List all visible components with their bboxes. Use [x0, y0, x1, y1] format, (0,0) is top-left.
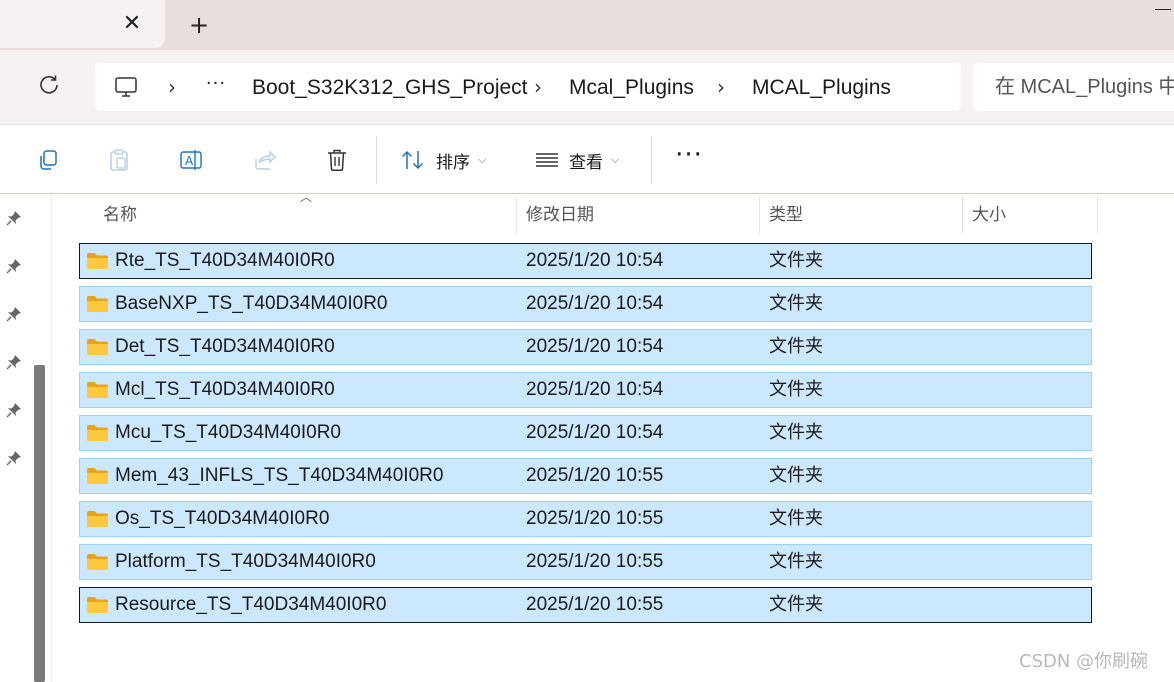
toolbar-divider: [651, 136, 652, 184]
sort-icon: [401, 150, 424, 170]
file-row[interactable]: Det_TS_T40D34M40I0R0 2025/1/20 10:54 文件夹: [79, 329, 1092, 365]
file-type: 文件夹: [769, 465, 823, 486]
chevron-down-icon: ⌵: [478, 153, 487, 166]
file-name: Os_TS_T40D34M40I0R0: [115, 508, 330, 529]
folder-icon: [86, 596, 109, 614]
file-name: Det_TS_T40D34M40I0R0: [115, 336, 335, 357]
folder-icon: [86, 553, 109, 571]
folder-icon: [86, 338, 109, 356]
file-type: 文件夹: [769, 551, 823, 572]
copy-icon[interactable]: [33, 146, 63, 174]
pin-icon[interactable]: [5, 401, 23, 419]
paste-icon[interactable]: [104, 146, 134, 174]
file-modified-date: 2025/1/20 10:55: [526, 594, 664, 615]
folder-icon: [86, 252, 109, 270]
title-bar: [0, 0, 1174, 50]
file-row[interactable]: Rte_TS_T40D34M40I0R0 2025/1/20 10:54 文件夹: [79, 243, 1092, 279]
chevron-down-icon: ⌵: [611, 153, 620, 166]
column-header-name[interactable]: 名称: [103, 201, 137, 229]
view-button[interactable]: 查看 ⌵: [535, 146, 619, 174]
pin-icon[interactable]: [5, 449, 23, 467]
file-row[interactable]: BaseNXP_TS_T40D34M40I0R0 2025/1/20 10:54 文…: [79, 286, 1092, 322]
file-row[interactable]: Mcu_TS_T40D34M40I0R0 2025/1/20 10:54 文件夹: [79, 415, 1092, 451]
folder-icon: [86, 424, 109, 442]
pin-icon[interactable]: [5, 257, 23, 275]
search-box[interactable]: [973, 63, 1174, 111]
view-icon: [536, 153, 558, 167]
column-divider[interactable]: [759, 196, 760, 234]
more-options-button[interactable]: ···: [672, 142, 706, 174]
file-modified-date: 2025/1/20 10:54: [526, 422, 664, 443]
svg-text:A: A: [185, 154, 194, 168]
column-divider[interactable]: [1097, 196, 1098, 234]
chevron-right-icon[interactable]: ›: [713, 76, 729, 98]
file-modified-date: 2025/1/20 10:54: [526, 250, 664, 271]
pin-icon[interactable]: [5, 209, 23, 227]
toolbar-divider: [376, 136, 377, 184]
share-icon[interactable]: [250, 146, 280, 174]
column-divider[interactable]: [516, 196, 517, 234]
this-pc-icon[interactable]: [114, 75, 138, 99]
column-header-modified[interactable]: 修改日期: [526, 201, 594, 229]
file-type: 文件夹: [769, 422, 823, 443]
sort-ascending-icon: ︿: [299, 190, 312, 204]
vertical-scrollbar[interactable]: [34, 365, 45, 682]
file-type: 文件夹: [769, 336, 823, 357]
folder-icon: [86, 510, 109, 528]
rename-icon[interactable]: A: [177, 146, 207, 174]
file-type: 文件夹: [769, 508, 823, 529]
chevron-right-icon[interactable]: ›: [164, 76, 180, 98]
chevron-right-icon[interactable]: ›: [530, 76, 546, 98]
file-type: 文件夹: [769, 379, 823, 400]
sort-label: 排序: [436, 152, 470, 173]
file-modified-date: 2025/1/20 10:55: [526, 465, 664, 486]
view-label: 查看: [569, 152, 603, 173]
pin-icon[interactable]: [5, 353, 23, 371]
file-type: 文件夹: [769, 250, 823, 271]
file-row[interactable]: Platform_TS_T40D34M40I0R0 2025/1/20 10:55…: [79, 544, 1092, 580]
file-name: BaseNXP_TS_T40D34M40I0R0: [115, 293, 388, 314]
new-tab-button[interactable]: +: [186, 12, 212, 38]
file-modified-date: 2025/1/20 10:54: [526, 336, 664, 357]
explorer-tab[interactable]: ✕: [0, 0, 165, 48]
search-input[interactable]: [973, 63, 1174, 111]
file-name: Mem_43_INFLS_TS_T40D34M40I0R0: [115, 465, 444, 486]
file-modified-date: 2025/1/20 10:55: [526, 508, 664, 529]
file-row[interactable]: Mcl_TS_T40D34M40I0R0 2025/1/20 10:54 文件夹: [79, 372, 1092, 408]
breadcrumb-overflow-button[interactable]: ···: [203, 74, 229, 98]
breadcrumb-boot-project[interactable]: Boot_S32K312_GHS_Project: [252, 74, 528, 102]
breadcrumb-mcal-plugins[interactable]: Mcal_Plugins: [569, 74, 694, 102]
file-name: Rte_TS_T40D34M40I0R0: [115, 250, 335, 271]
close-tab-icon[interactable]: ✕: [120, 12, 144, 36]
minimize-button[interactable]: [1152, 0, 1174, 20]
file-row[interactable]: Mem_43_INFLS_TS_T40D34M40I0R0 2025/1/20 1…: [79, 458, 1092, 494]
file-modified-date: 2025/1/20 10:55: [526, 551, 664, 572]
column-header-size[interactable]: 大小: [972, 201, 1006, 229]
watermark: CSDN @你刷碗: [1019, 651, 1149, 672]
file-name: Resource_TS_T40D34M40I0R0: [115, 594, 387, 615]
file-name: Mcu_TS_T40D34M40I0R0: [115, 422, 341, 443]
delete-icon[interactable]: [322, 146, 352, 174]
folder-icon: [86, 295, 109, 313]
refresh-icon[interactable]: [30, 74, 68, 102]
file-type: 文件夹: [769, 594, 823, 615]
file-name: Platform_TS_T40D34M40I0R0: [115, 551, 376, 572]
column-divider[interactable]: [962, 196, 963, 234]
file-modified-date: 2025/1/20 10:54: [526, 379, 664, 400]
file-explorer-window: ✕ + › ··· Boot_S32K312_GHS_Project › Mca…: [0, 0, 1174, 682]
sort-button[interactable]: 排序 ⌵: [400, 146, 486, 174]
folder-icon: [86, 381, 109, 399]
breadcrumb-mcal-plugins-current[interactable]: MCAL_Plugins: [752, 74, 891, 102]
file-name: Mcl_TS_T40D34M40I0R0: [115, 379, 335, 400]
folder-icon: [86, 467, 109, 485]
file-row[interactable]: Os_TS_T40D34M40I0R0 2025/1/20 10:55 文件夹: [79, 501, 1092, 537]
file-type: 文件夹: [769, 293, 823, 314]
file-modified-date: 2025/1/20 10:54: [526, 293, 664, 314]
file-row[interactable]: Resource_TS_T40D34M40I0R0 2025/1/20 10:55…: [79, 587, 1092, 623]
pin-icon[interactable]: [5, 305, 23, 323]
column-header-type[interactable]: 类型: [769, 201, 803, 229]
